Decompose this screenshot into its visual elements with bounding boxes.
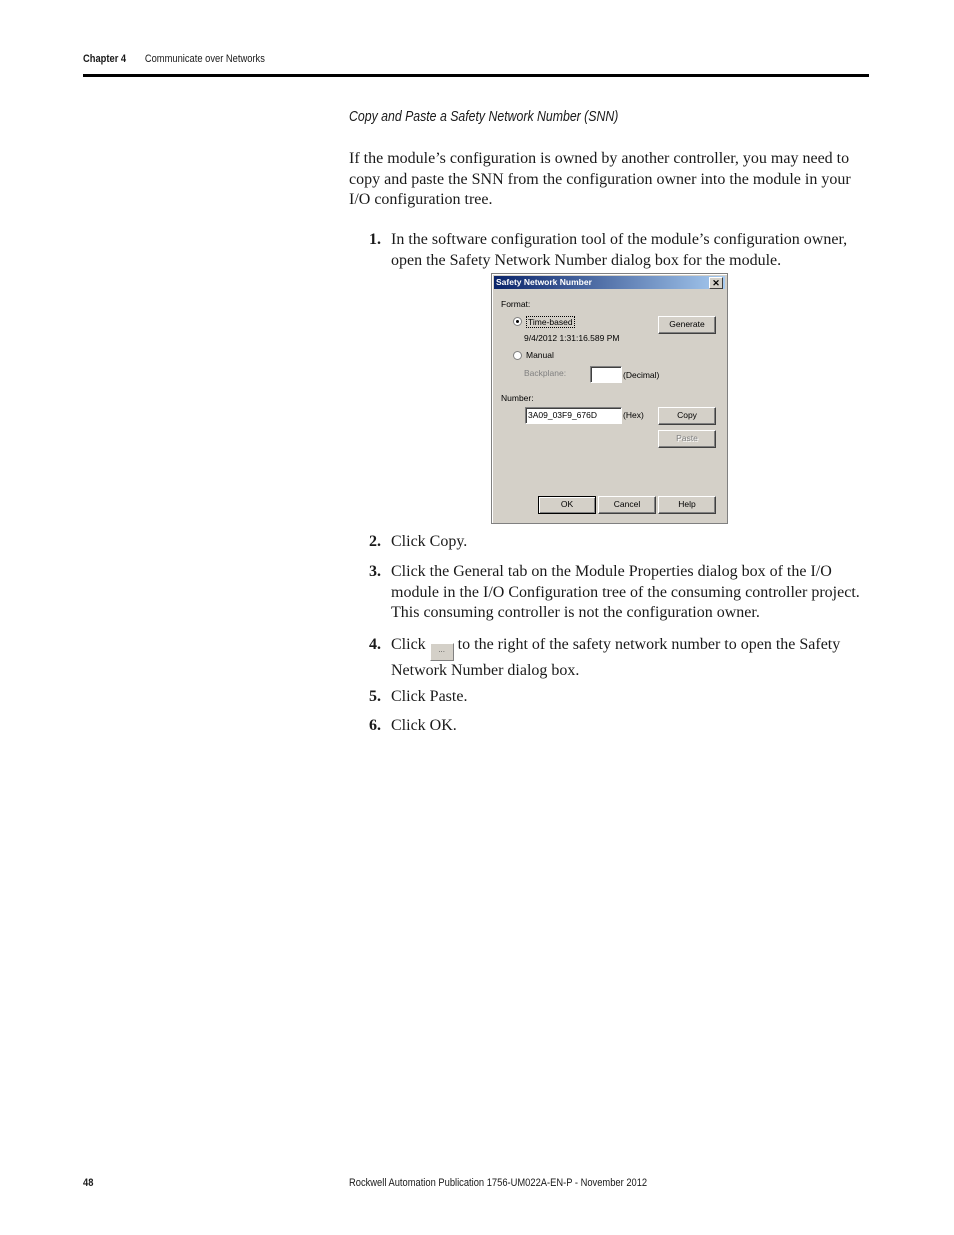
publication-info: Rockwell Automation Publication 1756-UM0… [349, 1177, 648, 1189]
cancel-button[interactable]: Cancel [598, 496, 656, 514]
step-number: 2. [369, 533, 381, 550]
step-number: 3. [369, 563, 381, 580]
copy-button[interactable]: Copy [658, 407, 716, 425]
step-number: 6. [369, 717, 381, 734]
step-text: Click the General tab on the Module Prop… [391, 563, 860, 621]
help-button[interactable]: Help [658, 496, 716, 514]
step-text: Click Copy. [391, 533, 468, 550]
step-text: Click OK. [391, 717, 457, 734]
step-text: In the software configuration tool of th… [391, 231, 848, 269]
timestamp-value: 9/4/2012 1:31:16.589 PM [524, 333, 620, 343]
chapter-label: Chapter 4 [83, 53, 127, 65]
step-6: 6. Click OK. [369, 716, 869, 737]
step-text-before: Click [391, 636, 426, 653]
backplane-label: Backplane: [524, 368, 567, 378]
step-5: 5. Click Paste. [369, 687, 869, 708]
format-label: Format: [501, 299, 531, 309]
number-input[interactable]: 3A09_03F9_676D [525, 407, 622, 424]
step-number: 4. [369, 636, 381, 653]
dialog-titlebar: Safety Network Number ✕ [494, 276, 725, 289]
step-number: 5. [369, 688, 381, 705]
step-4: 4. Click ... to the right of the safety … [369, 635, 869, 682]
step-1: 1. In the software configuration tool of… [369, 230, 869, 271]
intro-paragraph: If the module’s configuration is owned b… [349, 150, 851, 208]
section-title: Copy and Paste a Safety Network Number (… [349, 108, 619, 125]
page-number: 48 [83, 1177, 94, 1189]
step-text: Click Paste. [391, 688, 468, 705]
time-based-radio[interactable] [513, 317, 522, 326]
paste-button[interactable]: Paste [658, 430, 716, 448]
ok-button[interactable]: OK [538, 496, 596, 514]
decimal-label: (Decimal) [623, 370, 660, 380]
backplane-input[interactable] [590, 366, 622, 383]
generate-button[interactable]: Generate [658, 316, 716, 334]
close-icon[interactable]: ✕ [709, 277, 723, 289]
header-rule [83, 74, 869, 77]
chapter-title: Communicate over Networks [144, 53, 265, 65]
dialog-title: Safety Network Number [496, 277, 592, 287]
number-label: Number: [501, 393, 534, 403]
browse-button-illustration: ... [429, 643, 454, 661]
manual-label: Manual [526, 350, 554, 360]
safety-network-number-dialog: Safety Network Number ✕ Format: Time-bas… [491, 273, 728, 524]
time-based-label: Time-based [526, 316, 575, 328]
step-2: 2. Click Copy. [369, 532, 869, 553]
step-3: 3. Click the General tab on the Module P… [369, 562, 869, 624]
step-number: 1. [369, 231, 381, 248]
manual-radio[interactable] [513, 351, 522, 360]
step-text-after: to the right of the safety network numbe… [391, 636, 841, 679]
running-header: Chapter 4 Communicate over Networks [83, 53, 265, 65]
hex-label: (Hex) [623, 410, 644, 420]
